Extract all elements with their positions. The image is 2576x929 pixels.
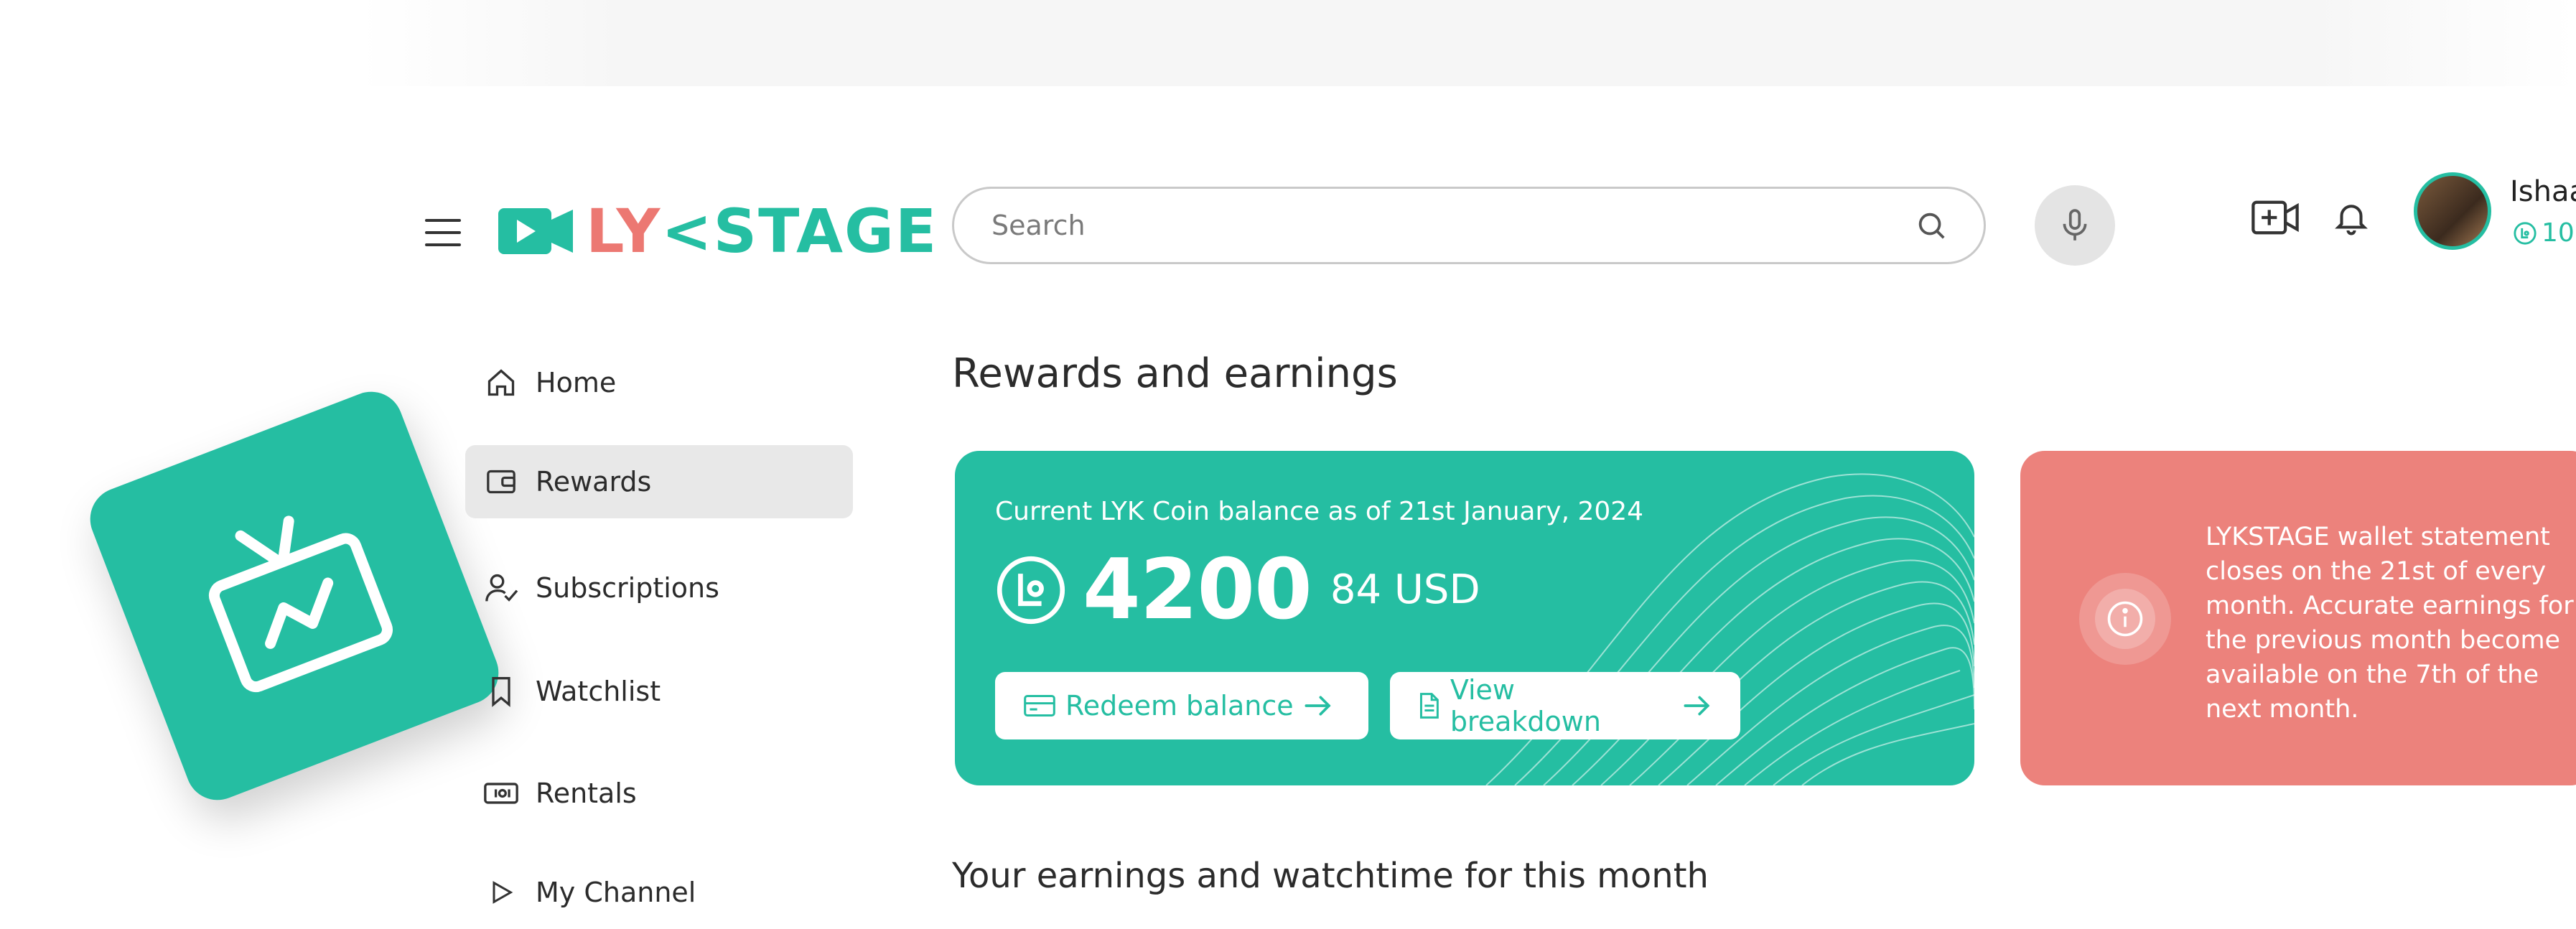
user-avatar[interactable] <box>2414 172 2491 250</box>
coin-balance-card: Current LYK Coin balance as of 21st Janu… <box>955 451 1974 785</box>
balance-caption: Current LYK Coin balance as of 21st Janu… <box>995 497 1644 526</box>
view-breakdown-button[interactable]: View breakdown <box>1390 672 1740 739</box>
section-title: Your earnings and watchtime for this mon… <box>952 856 1709 896</box>
sidebar-item-label: Subscriptions <box>536 572 719 604</box>
sidebar-item-label: Rewards <box>536 466 652 498</box>
bookmark-icon <box>484 674 518 709</box>
logo-wordmark: LY<STAGE <box>586 196 938 266</box>
sidebar-item-home[interactable]: Home <box>465 346 853 419</box>
search-input[interactable] <box>990 209 1915 242</box>
logo-play-icon <box>498 208 573 254</box>
search-icon[interactable] <box>1915 209 1948 242</box>
user-check-icon <box>484 571 518 605</box>
notifications-button[interactable] <box>2329 194 2374 241</box>
home-icon <box>484 365 518 400</box>
sidebar-item-label: Watchlist <box>536 676 661 707</box>
tv-app-tile <box>80 382 508 810</box>
menu-icon[interactable] <box>425 219 461 246</box>
balance-amount: 4200 <box>1083 541 1312 638</box>
bell-icon <box>2335 205 2368 235</box>
tv-icon <box>208 515 393 693</box>
sidebar-item-rewards[interactable]: Rewards <box>465 445 853 518</box>
lykstage-logo[interactable]: LY<STAGE <box>498 195 938 267</box>
sidebar-item-subscriptions[interactable]: Subscriptions <box>465 551 853 625</box>
wallet-icon <box>484 464 518 499</box>
redeem-balance-label: Redeem balance <box>1065 690 1294 722</box>
play-icon <box>484 875 518 910</box>
sidebar-item-watchlist[interactable]: Watchlist <box>465 655 853 728</box>
create-video-button[interactable] <box>2251 194 2299 241</box>
sidebar-item-label: Home <box>536 367 617 398</box>
arrow-right-icon <box>1305 696 1331 716</box>
balance-row: 4200 84 USD <box>995 548 1480 632</box>
sidebar-item-my-channel[interactable]: My Channel <box>465 856 853 929</box>
header-shadow <box>359 0 2576 86</box>
sidebar-item-label: Rentals <box>536 778 637 809</box>
voice-search-button[interactable] <box>2035 185 2115 266</box>
lyk-coin-icon <box>2514 221 2537 245</box>
sidebar-item-label: My Channel <box>536 877 696 908</box>
video-add-icon <box>2251 200 2299 235</box>
ticket-icon <box>484 776 518 811</box>
user-coin-balance: 10 <box>2513 218 2575 248</box>
info-icon <box>2107 601 2143 637</box>
search-bar[interactable] <box>952 187 1986 264</box>
info-icon-badge <box>2079 573 2171 665</box>
redeem-balance-button[interactable]: Redeem balance <box>995 672 1368 739</box>
lyk-coin-icon <box>995 554 1067 626</box>
sidebar-item-rentals[interactable]: Rentals <box>465 757 853 830</box>
document-icon <box>1419 693 1439 719</box>
page-title: Rewards and earnings <box>952 350 1398 397</box>
balance-usd: 84 USD <box>1330 566 1480 613</box>
arrow-right-icon <box>1684 696 1710 716</box>
user-name: Ishaa <box>2510 175 2576 208</box>
view-breakdown-label: View breakdown <box>1450 674 1601 737</box>
wallet-notice-card: LYKSTAGE wallet statement closes on the … <box>2020 451 2576 785</box>
card-icon <box>1024 694 1055 717</box>
wallet-notice-text: LYKSTAGE wallet statement closes on the … <box>2206 523 2574 724</box>
microphone-icon <box>2063 209 2087 241</box>
